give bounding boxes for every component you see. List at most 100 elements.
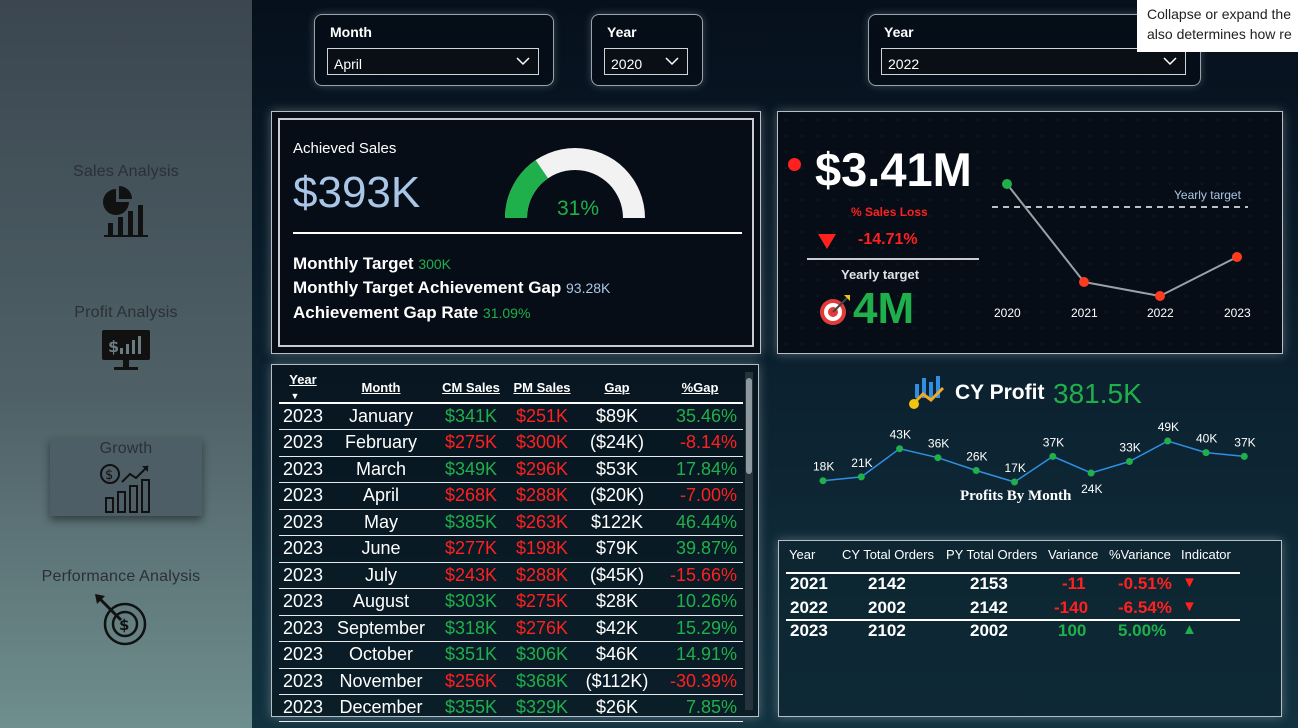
column-header-month[interactable]: Month — [327, 372, 435, 403]
cell-cm-sales: $385K — [435, 509, 507, 536]
orders-row-divider — [786, 619, 1240, 621]
orders-cell-cy: 2142 — [868, 574, 906, 593]
tooltip-line-2: also determines how re — [1147, 26, 1292, 42]
target-gap-label: Monthly Target Achievement Gap — [293, 278, 562, 297]
orders-header-py: PY Total Orders — [946, 547, 1038, 562]
cell-pct-gap: -8.14% — [657, 429, 743, 457]
year-dropdown-value: 2020 — [611, 56, 643, 72]
cell-pct-gap: 7.85% — [657, 694, 743, 722]
profit-data-label: 26K — [966, 450, 987, 464]
up-arrow-icon: ▲ — [1182, 621, 1197, 638]
orders-cell-py: 2002 — [970, 621, 1008, 640]
cell-month: May — [327, 509, 435, 536]
profit-point — [896, 445, 904, 453]
table-row: 2023 July $243K $288K ($45K) -15.66% — [279, 562, 743, 589]
year-point-2020 — [1002, 179, 1012, 189]
nav-growth[interactable]: Growth $ — [50, 438, 202, 516]
yearly-target-label: Yearly target — [841, 267, 920, 282]
profit-data-label: 36K — [928, 437, 949, 451]
monthly-target-label: Monthly Target — [293, 254, 414, 273]
column-header-pm-sales[interactable]: PM Sales — [507, 372, 577, 403]
orders-cell-variance: -11 — [1062, 574, 1086, 593]
cell-cm-sales: $277K — [435, 535, 507, 563]
cell-cm-sales: $351K — [435, 641, 507, 669]
column-header-gap[interactable]: Gap — [577, 372, 657, 403]
orders-header-pct-variance: %Variance — [1109, 547, 1171, 562]
achieved-sales-title: Achieved Sales — [293, 140, 397, 157]
table-header-row: Year ▼ Month CM Sales PM Sales Gap %Gap — [279, 372, 743, 403]
year-dropdown-2[interactable]: 2022 — [881, 48, 1186, 75]
svg-text:$: $ — [108, 337, 119, 356]
profit-data-label: 24K — [1081, 482, 1102, 496]
orders-cell-pct-variance: 5.00% — [1118, 621, 1167, 640]
cell-pm-sales: $251K — [507, 402, 577, 430]
cell-year: 2023 — [279, 402, 327, 430]
achieved-sales-value: $393K — [293, 168, 421, 217]
cell-month: July — [327, 562, 435, 589]
monthly-target-value: 300K — [418, 256, 452, 272]
cell-gap: $53K — [577, 456, 657, 483]
orders-cell-cy: 2002 — [868, 598, 906, 617]
cell-pm-sales: $198K — [507, 535, 577, 563]
cell-pm-sales: $329K — [507, 694, 577, 722]
profit-point — [1011, 478, 1018, 486]
column-header-year[interactable]: Year ▼ — [279, 372, 327, 403]
cell-pct-gap: 39.87% — [657, 535, 743, 563]
orders-cell-py: 2153 — [970, 574, 1008, 593]
gap-rate-row: Achievement Gap Rate 31.09% — [293, 303, 530, 323]
year-dropdown[interactable]: 2020 — [604, 48, 688, 75]
down-arrow-icon: ▼ — [1182, 574, 1197, 591]
column-header-pct-gap[interactable]: %Gap — [657, 372, 743, 403]
profit-point — [1240, 452, 1248, 460]
cell-pct-gap: 14.91% — [657, 641, 743, 669]
profit-point — [1125, 458, 1133, 465]
tooltip-line-1: Collapse or expand the — [1147, 6, 1291, 22]
table-row: 2023 September $318K $276K $42K 15.29% — [279, 615, 743, 642]
cell-pm-sales: $306K — [507, 641, 577, 669]
table-row: 2023 December $355K $329K $26K 7.85% — [279, 694, 743, 722]
month-dropdown[interactable]: April — [327, 48, 539, 75]
profit-data-label: 49K — [1158, 420, 1179, 434]
profit-point — [1164, 437, 1172, 445]
cell-gap: $42K — [577, 615, 657, 642]
cell-cm-sales: $243K — [435, 562, 507, 589]
nav-profit-analysis[interactable]: Profit Analysis $ — [0, 304, 252, 374]
nav-performance-analysis[interactable]: Performance Analysis $ — [0, 567, 242, 648]
cell-cm-sales: $268K — [435, 482, 507, 510]
table-scrollbar-thumb[interactable] — [746, 378, 752, 474]
cell-year: 2023 — [279, 588, 327, 616]
cell-year: 2023 — [279, 456, 327, 483]
cell-pct-gap: 35.46% — [657, 402, 743, 430]
cell-year: 2023 — [279, 535, 327, 563]
yearly-target-line-label: Yearly target — [1174, 188, 1242, 202]
cell-year: 2023 — [279, 429, 327, 457]
orders-header-year: Year — [789, 547, 816, 562]
kpi-divider — [807, 258, 979, 260]
year-slicer-title: Year — [607, 24, 637, 40]
profit-data-label: 37K — [1234, 435, 1255, 449]
month-slicer-title: Month — [330, 24, 372, 40]
target-gap-value: 93.28K — [566, 280, 611, 296]
sales-loss-label: % Sales Loss — [851, 205, 928, 219]
cell-month: December — [327, 694, 435, 722]
down-arrow-icon: ▼ — [1182, 598, 1197, 615]
table-row: 2023 October $351K $306K $46K 14.91% — [279, 641, 743, 669]
profit-line — [822, 440, 1245, 483]
profit-data-label: 43K — [890, 428, 911, 442]
orders-header-variance: Variance — [1048, 547, 1099, 562]
cell-gap: ($24K) — [577, 429, 657, 457]
year-point-2021 — [1079, 277, 1089, 287]
nav-profit-analysis-label: Profit Analysis — [74, 304, 178, 321]
column-header-cm-sales[interactable]: CM Sales — [435, 372, 507, 403]
nav-growth-label: Growth — [99, 440, 153, 457]
table-row: 2023 January $341K $251K $89K 35.46% — [279, 402, 743, 430]
cell-pct-gap: -15.66% — [657, 562, 743, 589]
nav-performance-analysis-label: Performance Analysis — [41, 568, 201, 585]
nav-sales-analysis[interactable]: Sales Analysis — [0, 163, 252, 239]
orders-cell-pct-variance: -6.54% — [1118, 598, 1172, 617]
cell-month: April — [327, 482, 435, 510]
dollar-growth-chart-icon: $ — [100, 464, 150, 513]
cell-month: March — [327, 456, 435, 483]
cell-gap: ($45K) — [577, 562, 657, 589]
orders-cell-year: 2021 — [790, 574, 828, 593]
